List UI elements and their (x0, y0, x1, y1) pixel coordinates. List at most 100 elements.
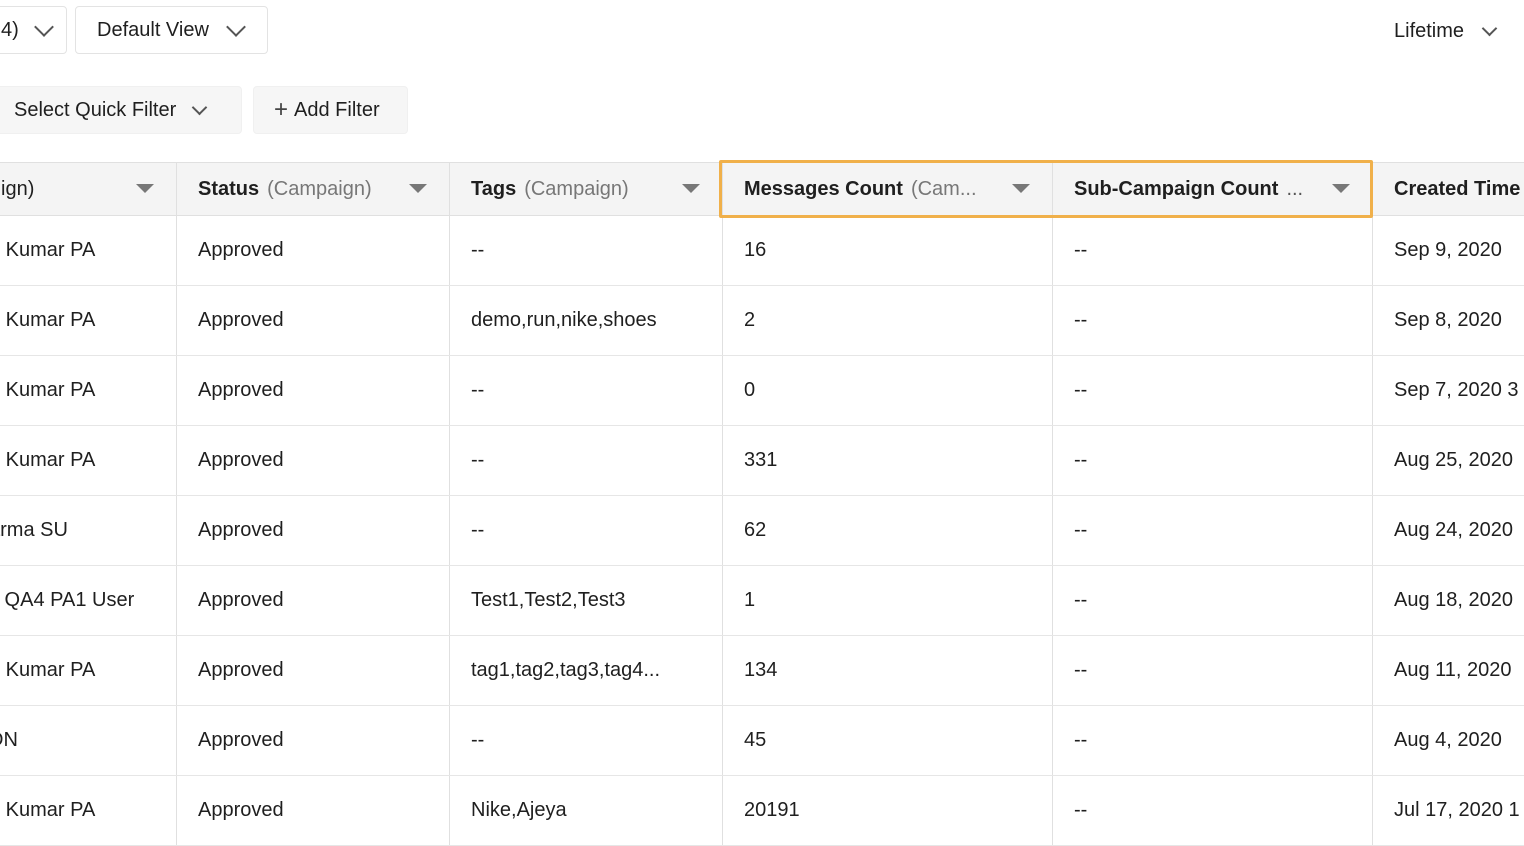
cell-sub-campaign-count: -- (1053, 356, 1373, 425)
default-view-label: Default View (97, 18, 209, 41)
cell-campaign: arma SU (0, 496, 177, 565)
cell-tags: -- (450, 706, 723, 775)
table-row[interactable]: n Kumar PA Approved -- 331 -- Aug 25, 20… (0, 426, 1524, 496)
table-row[interactable]: DN Approved -- 45 -- Aug 4, 2020 (0, 706, 1524, 776)
cell-status: Approved (177, 706, 450, 775)
cell-campaign: n Kumar PA (0, 216, 177, 285)
table-row[interactable]: arma SU Approved -- 62 -- Aug 24, 2020 (0, 496, 1524, 566)
cell-text: Approved (198, 519, 284, 541)
cell-sub-campaign-count: -- (1053, 776, 1373, 845)
column-header-status[interactable]: Status (Campaign) (177, 163, 450, 215)
table-row[interactable]: n Kumar PA Approved Nike,Ajeya 20191 -- … (0, 776, 1524, 846)
cell-created-time: Sep 7, 2020 3 (1373, 356, 1524, 425)
cell-tags: Test1,Test2,Test3 (450, 566, 723, 635)
cell-text: -- (1074, 519, 1088, 541)
cell-tags: -- (450, 216, 723, 285)
cell-sub-campaign-count: -- (1053, 706, 1373, 775)
cell-text: Approved (198, 799, 284, 821)
table-row[interactable]: n Kumar PA Approved demo,run,nike,shoes … (0, 286, 1524, 356)
cell-text: 134 (744, 659, 778, 681)
cell-text: Approved (198, 589, 284, 611)
table-row[interactable]: n Kumar PA Approved tag1,tag2,tag3,tag4.… (0, 636, 1524, 706)
cell-campaign: n Kumar PA (0, 426, 177, 495)
cell-tags: -- (450, 496, 723, 565)
cell-tags: tag1,tag2,tag3,tag4... (450, 636, 723, 705)
sort-caret-icon[interactable] (1332, 184, 1350, 193)
cell-status: Approved (177, 356, 450, 425)
default-view-dropdown[interactable]: Default View (75, 6, 268, 54)
cell-text: -- (471, 519, 485, 541)
campaign-table-page: 4) Default View Lifetime Select Quick Fi… (0, 0, 1524, 846)
column-header-subtitle: (Campaign) (524, 177, 629, 200)
add-filter-button[interactable]: + Add Filter (253, 86, 408, 134)
chevron-down-icon (226, 17, 246, 37)
column-header-title: Sub-Campaign Count (1074, 177, 1279, 200)
cell-text: -- (471, 449, 485, 471)
table-row[interactable]: n Kumar PA Approved -- 16 -- Sep 9, 2020 (0, 216, 1524, 286)
cell-text: Aug 25, 2020 (1394, 449, 1513, 471)
cell-text: Nike,Ajeya (471, 799, 567, 821)
cell-text: -- (1074, 799, 1088, 821)
table-header: ign) Status (Campaign) Tags (Campaign) M… (0, 162, 1524, 216)
cell-text: -- (1074, 239, 1088, 261)
cell-text: -- (1074, 449, 1088, 471)
sort-caret-icon[interactable] (409, 184, 427, 193)
cell-created-time: Jul 17, 2020 1 (1373, 776, 1524, 845)
cell-text: n Kumar PA (0, 659, 96, 681)
cell-text: Approved (198, 729, 284, 751)
cell-messages-count: 45 (723, 706, 1053, 775)
column-header-messages-count[interactable]: Messages Count (Cam... (723, 163, 1053, 215)
lifetime-dropdown[interactable]: Lifetime (1394, 16, 1498, 46)
quick-filter-dropdown[interactable]: Select Quick Filter (0, 86, 242, 134)
cell-text: -- (471, 729, 485, 751)
cell-created-time: Aug 25, 2020 (1373, 426, 1524, 495)
cell-text: n Kumar PA (0, 239, 96, 261)
cell-status: Approved (177, 566, 450, 635)
cell-messages-count: 1 (723, 566, 1053, 635)
cell-text: Sep 7, 2020 3 (1394, 379, 1519, 401)
cell-sub-campaign-count: -- (1053, 286, 1373, 355)
cell-campaign: n Kumar PA (0, 636, 177, 705)
cell-status: Approved (177, 496, 450, 565)
cell-text: -- (1074, 729, 1088, 751)
cell-text: 2 (744, 309, 756, 331)
view-count-label: 4) (1, 18, 19, 41)
cell-text: -- (1074, 659, 1088, 681)
cell-tags: -- (450, 426, 723, 495)
column-header-title: Tags (471, 177, 517, 200)
column-header-sub-campaign-count[interactable]: Sub-Campaign Count ... (1053, 163, 1373, 215)
table-row[interactable]: s QA4 PA1 User Approved Test1,Test2,Test… (0, 566, 1524, 636)
column-header-campaign[interactable]: ign) (0, 163, 177, 215)
column-header-title: Messages Count (744, 177, 903, 200)
cell-campaign: n Kumar PA (0, 776, 177, 845)
cell-text: DN (0, 729, 18, 751)
sort-caret-icon[interactable] (1012, 184, 1030, 193)
cell-messages-count: 2 (723, 286, 1053, 355)
column-header-title: Status (198, 177, 260, 200)
cell-sub-campaign-count: -- (1053, 636, 1373, 705)
chevron-down-icon (33, 17, 54, 37)
cell-text: Approved (198, 659, 284, 681)
sort-caret-icon[interactable] (136, 184, 154, 193)
cell-messages-count: 16 (723, 216, 1053, 285)
cell-text: -- (1074, 379, 1088, 401)
cell-campaign: s QA4 PA1 User (0, 566, 177, 635)
cell-campaign: n Kumar PA (0, 286, 177, 355)
column-header-subtitle: (Campaign) (267, 177, 372, 200)
cell-text: -- (471, 379, 485, 401)
sort-caret-icon[interactable] (682, 184, 700, 193)
cell-messages-count: 20191 (723, 776, 1053, 845)
cell-text: -- (1074, 309, 1088, 331)
cell-text: demo,run,nike,shoes (471, 309, 657, 331)
table-row[interactable]: n Kumar PA Approved -- 0 -- Sep 7, 2020 … (0, 356, 1524, 426)
cell-messages-count: 62 (723, 496, 1053, 565)
column-header-tags[interactable]: Tags (Campaign) (450, 163, 723, 215)
cell-text: Aug 18, 2020 (1394, 589, 1513, 611)
cell-text: arma SU (0, 519, 68, 541)
cell-created-time: Aug 24, 2020 (1373, 496, 1524, 565)
cell-text: Approved (198, 379, 284, 401)
view-count-dropdown[interactable]: 4) (0, 6, 67, 54)
cell-text: Approved (198, 309, 284, 331)
column-header-created-time[interactable]: Created Time (1373, 163, 1524, 215)
campaign-table: ign) Status (Campaign) Tags (Campaign) M… (0, 162, 1524, 846)
